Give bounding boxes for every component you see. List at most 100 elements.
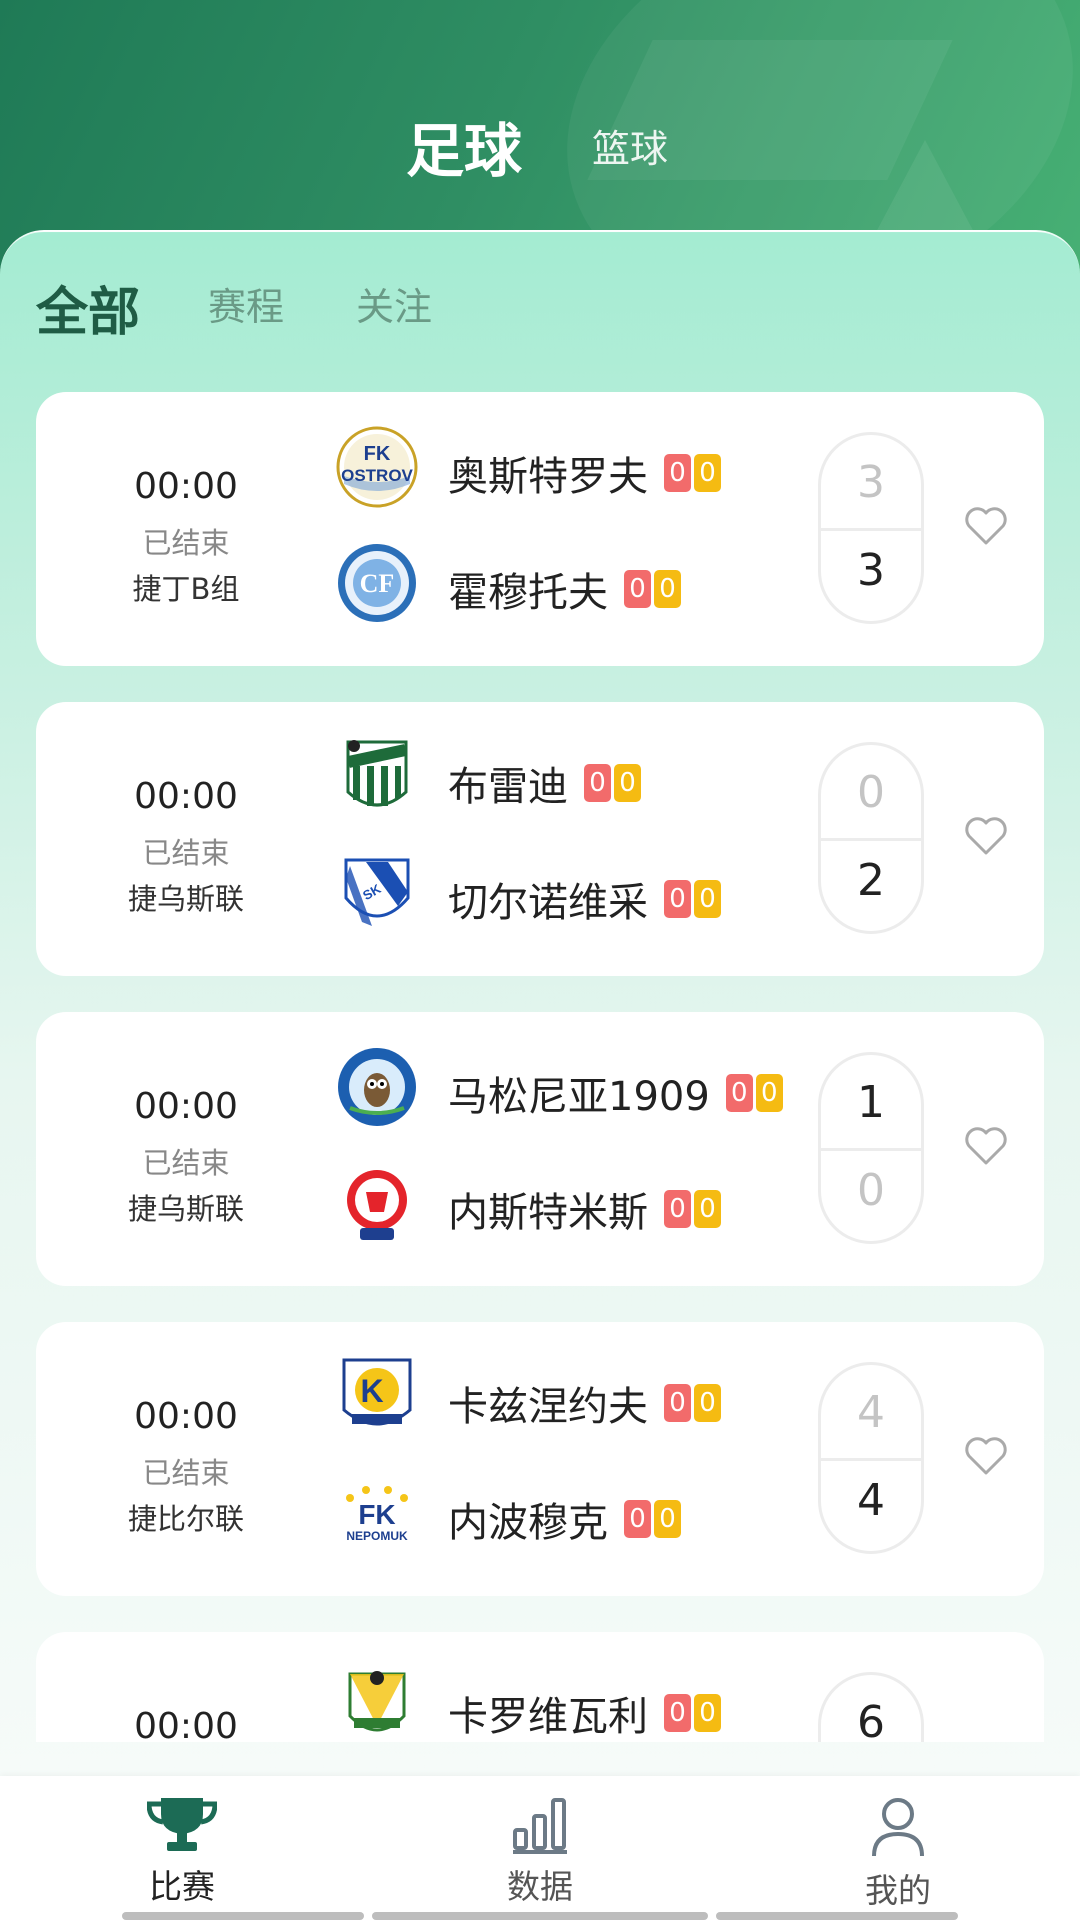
red-card-count: 0 xyxy=(624,1500,651,1538)
tab-matches[interactable]: 比赛 xyxy=(82,1796,282,1908)
home-indicator xyxy=(122,1912,364,1920)
match-time: 00:00 xyxy=(134,776,238,817)
fk-ostrov-logo: FK OSTROV xyxy=(336,426,418,508)
team-name: 布雷迪 xyxy=(448,764,568,810)
team-name: 内斯特米斯 xyxy=(448,1190,648,1236)
home-score: 6 xyxy=(857,1697,885,1742)
match-time: 00:00 xyxy=(134,1396,238,1437)
heart-icon[interactable] xyxy=(964,816,1008,856)
fk-nepomuk-logo: FK NEPOMUK xyxy=(346,1486,408,1543)
yellow-card-count: 0 xyxy=(694,880,721,918)
tab-data[interactable]: 数据 xyxy=(440,1796,640,1908)
bottom-tab-bar: 比赛 数据 我的 xyxy=(0,1776,1080,1920)
nestemice-logo xyxy=(347,1170,407,1240)
tab-label: 数据 xyxy=(507,1867,573,1906)
home-score: 0 xyxy=(857,767,885,818)
yellow-card-count: 0 xyxy=(614,764,641,802)
red-card-count: 0 xyxy=(725,1074,753,1112)
match-league: 捷乌斯联 xyxy=(127,1192,244,1226)
tab-label: 我的 xyxy=(865,1871,931,1910)
score-box: 4 4 xyxy=(818,1362,924,1554)
match-time: 00:00 xyxy=(134,1086,238,1127)
sport-tabs: 足球 篮球 xyxy=(0,104,1080,185)
team-name: 卡兹涅约夫 xyxy=(448,1384,648,1430)
yellow-card-count: 0 xyxy=(755,1074,783,1112)
home-team: 卡罗维瓦利 0 0 xyxy=(336,1662,856,1742)
yellow-card-count: 0 xyxy=(694,1190,721,1228)
tab-football[interactable]: 足球 xyxy=(406,104,522,188)
sk-cernovice-logo: SK xyxy=(344,858,410,926)
tab-label: 比赛 xyxy=(149,1867,215,1906)
away-score: 0 xyxy=(857,1165,885,1216)
baník-modlany-logo xyxy=(346,740,408,807)
red-card-count: 0 xyxy=(584,764,611,802)
match-status: 已结束 xyxy=(142,526,230,560)
yellow-card-count: 0 xyxy=(654,1500,681,1538)
yellow-card-count: 0 xyxy=(694,1384,721,1422)
svg-text:FK: FK xyxy=(358,1499,395,1530)
score-box: 3 3 xyxy=(818,432,924,624)
match-card[interactable]: 00:00 已结束 捷乌斯联 布雷迪 0 0 SK 切尔诺维采 0 0 0 2 xyxy=(36,702,1044,976)
chomutov-logo: CF xyxy=(338,544,416,622)
tab-mine[interactable]: 我的 xyxy=(798,1796,998,1912)
karlovy-vary-logo xyxy=(348,1671,406,1732)
svg-text:NEPOMUK: NEPOMUK xyxy=(346,1529,408,1543)
match-status: 已结束 xyxy=(142,1146,230,1180)
match-card[interactable]: 00:00 已结束 捷乌斯联 马松尼亚1909 0 0 内斯特米斯 0 0 1 … xyxy=(36,1012,1044,1286)
home-team: K 卡兹涅约夫 0 0 xyxy=(336,1352,856,1442)
away-team: CF 霍穆托夫 0 0 xyxy=(336,538,856,628)
home-team: FK OSTROV 奥斯特罗夫 0 0 xyxy=(336,422,856,512)
jilove-owl-logo xyxy=(338,1048,416,1126)
red-card-count: 0 xyxy=(664,454,691,492)
tab-following[interactable]: 关注 xyxy=(356,276,432,331)
match-card[interactable]: 00:00 卡罗维瓦利 0 0 6 xyxy=(36,1632,1044,1742)
team-name: 霍穆托夫 xyxy=(448,570,608,616)
home-team: 布雷迪 0 0 xyxy=(336,732,856,822)
trophy-icon xyxy=(147,1798,217,1851)
tab-schedule[interactable]: 赛程 xyxy=(208,276,284,331)
yellow-card-count: 0 xyxy=(654,570,681,608)
red-card-count: 0 xyxy=(664,1190,691,1228)
score-box: 1 0 xyxy=(818,1052,924,1244)
svg-text:FK: FK xyxy=(364,443,391,465)
away-team: FK NEPOMUK 内波穆克 0 0 xyxy=(336,1468,856,1558)
home-indicator xyxy=(716,1912,958,1920)
tab-basketball[interactable]: 篮球 xyxy=(592,118,668,173)
svg-text:CF: CF xyxy=(360,569,395,598)
home-team: 马松尼亚1909 0 0 xyxy=(336,1042,856,1132)
match-time: 00:00 xyxy=(134,1706,238,1742)
away-team: SK 切尔诺维采 0 0 xyxy=(336,848,856,938)
red-card-count: 0 xyxy=(664,1694,691,1732)
away-score: 4 xyxy=(857,1475,885,1526)
match-card[interactable]: 00:00 已结束 捷比尔联 K 卡兹涅约夫 0 0 FK NEPOMUK 内波… xyxy=(36,1322,1044,1596)
match-league: 捷丁B组 xyxy=(132,572,240,606)
match-league: 捷乌斯联 xyxy=(127,882,244,916)
red-card-count: 0 xyxy=(664,880,691,918)
svg-text:K: K xyxy=(360,1373,383,1409)
yellow-card-count: 0 xyxy=(694,454,721,492)
home-indicator xyxy=(372,1912,708,1920)
home-score: 1 xyxy=(857,1077,885,1128)
svg-text:OSTROV: OSTROV xyxy=(341,466,413,485)
match-time: 00:00 xyxy=(134,466,238,507)
score-box: 0 2 xyxy=(818,742,924,934)
red-card-count: 0 xyxy=(624,570,651,608)
red-card-count: 0 xyxy=(664,1384,691,1422)
team-name: 马松尼亚1909 xyxy=(448,1074,710,1120)
card-clip: 00:00 卡罗维瓦利 0 0 6 xyxy=(0,1632,1080,1742)
heart-icon[interactable] xyxy=(964,1126,1008,1166)
home-score: 4 xyxy=(857,1387,885,1438)
filter-tabs: 全部 赛程 关注 xyxy=(36,276,636,346)
tab-all[interactable]: 全部 xyxy=(36,270,140,345)
away-score: 2 xyxy=(857,855,885,906)
match-card[interactable]: 00:00 已结束 捷丁B组 FK OSTROV 奥斯特罗夫 0 0 CF 霍穆… xyxy=(36,392,1044,666)
user-icon xyxy=(872,1798,924,1857)
away-team: 内斯特米斯 0 0 xyxy=(336,1158,856,1248)
heart-icon[interactable] xyxy=(964,506,1008,546)
away-score: 3 xyxy=(857,545,885,596)
match-status: 已结束 xyxy=(142,1456,230,1490)
bohemia-kaznejov-logo: K xyxy=(342,1358,412,1426)
match-status: 已结束 xyxy=(142,836,230,870)
heart-icon[interactable] xyxy=(964,1436,1008,1476)
team-name: 内波穆克 xyxy=(448,1500,608,1546)
